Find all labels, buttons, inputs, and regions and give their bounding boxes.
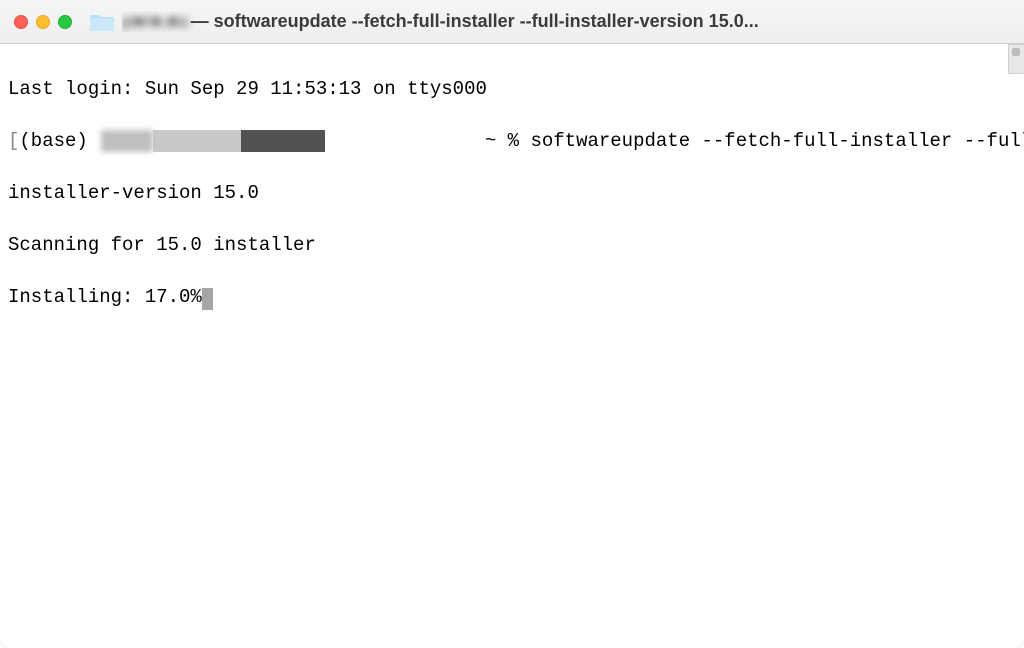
redacted-host-a — [153, 130, 241, 152]
command-text-part1: softwareupdate --fetch-full-installer --… — [530, 130, 1024, 152]
prompt-path: ~ % — [325, 130, 530, 152]
redacted-host-b — [241, 130, 325, 152]
close-window-button[interactable] — [14, 15, 28, 29]
minimize-window-button[interactable] — [36, 15, 50, 29]
installing-text: Installing: 17.0% — [8, 286, 202, 308]
folder-icon — [90, 12, 114, 32]
traffic-lights — [14, 15, 72, 29]
zoom-window-button[interactable] — [58, 15, 72, 29]
prompt-line: [(base) ~ % softwareupdate --fetch-full-… — [8, 128, 1018, 154]
redacted-user — [101, 130, 153, 152]
title-text: — softwareupdate --fetch-full-installer … — [191, 11, 759, 32]
prompt-env: (base) — [19, 130, 99, 152]
scanning-line: Scanning for 15.0 installer — [8, 232, 1018, 258]
terminal-cursor — [202, 288, 213, 310]
command-wrap-line: installer-version 15.0 — [8, 180, 1018, 206]
last-login-line: Last login: Sun Sep 29 11:53:13 on ttys0… — [8, 76, 1018, 102]
title-redacted-username: p■r■.■u — [122, 11, 189, 32]
window-titlebar: p■r■.■u — softwareupdate --fetch-full-in… — [0, 0, 1024, 44]
window-title: p■r■.■u — softwareupdate --fetch-full-in… — [122, 11, 1010, 32]
terminal-output[interactable]: Last login: Sun Sep 29 11:53:13 on ttys0… — [0, 44, 1024, 342]
prompt-open-bracket: [ — [8, 130, 19, 152]
installing-line: Installing: 17.0% — [8, 284, 1018, 310]
